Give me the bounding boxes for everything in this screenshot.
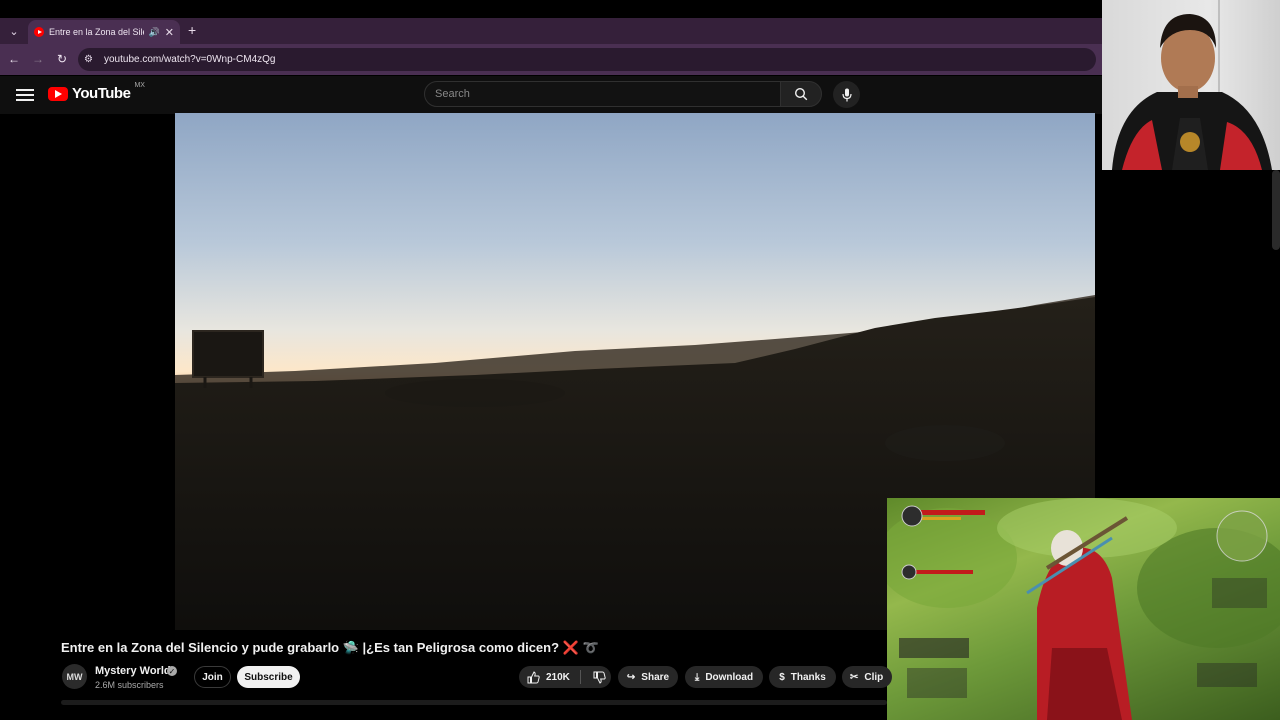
- download-button[interactable]: ⤓ Download: [685, 666, 763, 688]
- download-label: Download: [705, 671, 754, 683]
- super-thanks-icon: $: [779, 671, 785, 683]
- clip-button[interactable]: ✂ Clip: [842, 666, 892, 688]
- join-button[interactable]: Join: [194, 666, 231, 688]
- scissors-icon: ✂: [850, 671, 859, 683]
- clip-label: Clip: [864, 671, 884, 683]
- reload-button[interactable]: ↻: [54, 51, 70, 67]
- speaker-icon[interactable]: 🔊: [149, 27, 160, 38]
- gameplay-image: [887, 498, 1280, 720]
- verified-badge-icon: ✓: [167, 666, 177, 676]
- youtube-play-icon: [48, 86, 68, 101]
- gameplay-overlay: [887, 498, 1280, 720]
- browser-tab-active[interactable]: Entre en la Zona del Silencio 🔊 ✕: [28, 20, 180, 44]
- download-icon: ⤓: [694, 671, 700, 683]
- subscribe-button[interactable]: Subscribe: [237, 666, 300, 688]
- youtube-favicon-icon: [34, 27, 44, 37]
- search-box: [424, 81, 781, 107]
- cross-mark-icon: ❌: [562, 640, 579, 655]
- tab-search-button[interactable]: ⌄: [5, 22, 23, 40]
- channel-avatar[interactable]: MW: [62, 664, 87, 689]
- logo-wordmark: YouTube: [72, 85, 131, 102]
- url-text: youtube.com/watch?v=0Wnp-CM4zQg: [104, 54, 276, 65]
- thanks-button[interactable]: $ Thanks: [769, 666, 836, 688]
- streamer-webcam-image: [1112, 0, 1272, 170]
- region-code: MX: [134, 82, 145, 89]
- reload-icon: ↻: [56, 52, 68, 66]
- scrollbar-thumb[interactable]: [1272, 170, 1280, 250]
- tab-strip: ⌄ Entre en la Zona del Silencio 🔊 ✕ +: [0, 18, 1102, 44]
- thumbs-down-icon[interactable]: [593, 671, 606, 684]
- youtube-masthead: YouTube MX: [0, 76, 1102, 114]
- share-button[interactable]: ↪ Share: [618, 666, 678, 688]
- like-dislike-group: 210K: [519, 666, 611, 688]
- address-bar[interactable]: ⚙ youtube.com/watch?v=0Wnp-CM4zQg: [78, 48, 1096, 71]
- webcam-overlay: [1102, 0, 1280, 170]
- like-count[interactable]: 210K: [546, 672, 570, 683]
- voice-search-button[interactable]: [833, 81, 860, 108]
- site-info-icon[interactable]: ⚙: [84, 54, 98, 65]
- channel-name[interactable]: Mystery World: [95, 665, 171, 677]
- share-label: Share: [641, 671, 670, 683]
- search-input[interactable]: [425, 82, 775, 106]
- new-tab-button[interactable]: +: [188, 22, 196, 38]
- chevron-down-icon: ⌄: [9, 25, 19, 38]
- share-arrow-icon: ↪: [626, 671, 636, 683]
- arrow-right-icon: →: [32, 52, 44, 66]
- loop-icon: ➰: [582, 640, 599, 655]
- tab-title: Entre en la Zona del Silencio: [49, 27, 144, 37]
- forward-button[interactable]: →: [30, 51, 46, 67]
- browser-window: ⌄ Entre en la Zona del Silencio 🔊 ✕ + ← …: [0, 0, 1102, 76]
- search-icon: [794, 87, 808, 101]
- browser-toolbar: ← → ↻ ⚙ youtube.com/watch?v=0Wnp-CM4zQg: [0, 44, 1102, 75]
- microphone-icon: [841, 88, 852, 101]
- arrow-left-icon: ←: [8, 52, 20, 66]
- youtube-logo[interactable]: YouTube MX: [48, 82, 145, 102]
- close-tab-icon[interactable]: ✕: [165, 26, 174, 39]
- video-title: Entre en la Zona del Silencio y pude gra…: [61, 640, 599, 656]
- search-button[interactable]: [780, 81, 822, 107]
- back-button[interactable]: ←: [6, 51, 22, 67]
- divider: [579, 670, 581, 684]
- thumbs-up-icon[interactable]: [527, 670, 540, 684]
- thanks-label: Thanks: [790, 671, 826, 683]
- subscriber-count: 2.6M subscribers: [95, 680, 164, 690]
- description-box-edge: [61, 700, 887, 705]
- hamburger-menu-icon[interactable]: [16, 86, 34, 102]
- video-title-text: Entre en la Zona del Silencio y pude gra…: [61, 640, 560, 655]
